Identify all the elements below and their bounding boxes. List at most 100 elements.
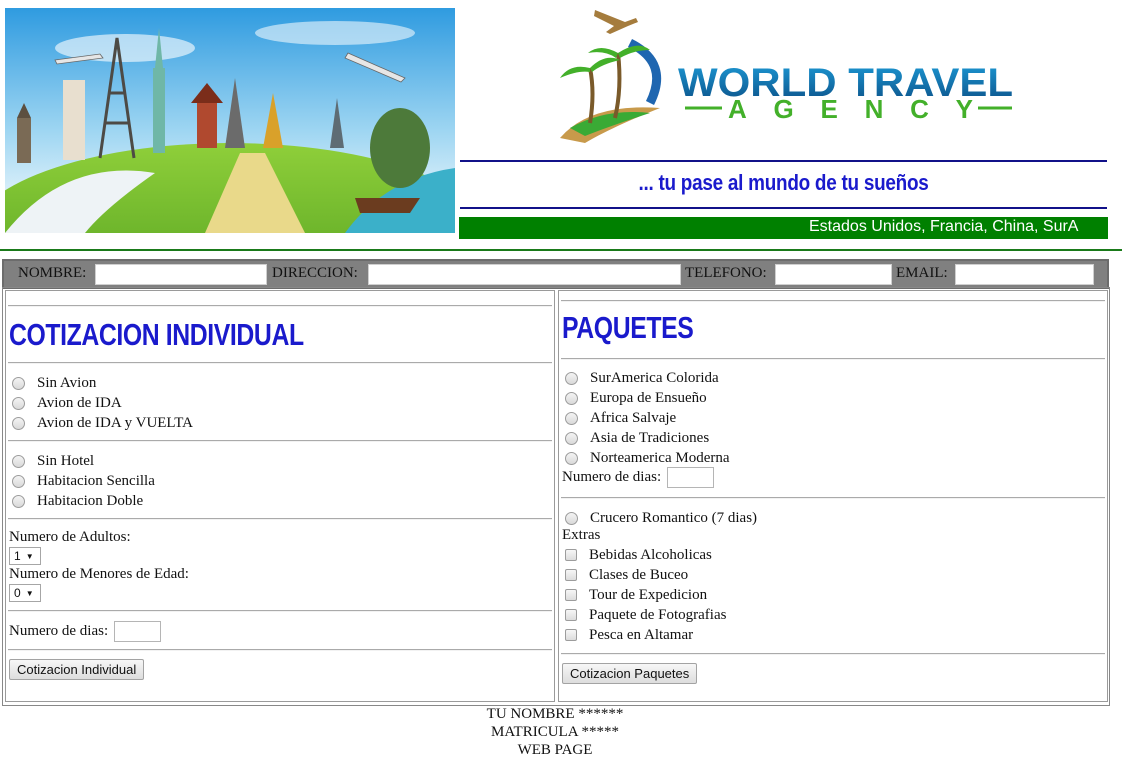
chevron-down-icon: ▼	[25, 551, 34, 561]
individual-days-label: Numero de dias:	[9, 622, 109, 639]
hotel-option-label: Habitacion Sencilla	[37, 472, 155, 489]
nombre-input[interactable]	[95, 264, 267, 285]
flight-option-ida[interactable]: Avion de IDA	[10, 393, 122, 413]
email-input[interactable]	[955, 264, 1094, 285]
adults-select[interactable]: 1 ▼	[9, 547, 41, 565]
hotel-option-doble[interactable]: Habitacion Doble	[10, 491, 143, 511]
extra-label: Bebidas Alcoholicas	[589, 546, 712, 563]
radio-button[interactable]	[565, 371, 578, 385]
hotel-option-label: Sin Hotel	[37, 452, 95, 469]
nombre-label: NOMBRE:	[18, 265, 87, 281]
individual-quote-panel: COTIZACION INDIVIDUAL Sin Avion Avion de…	[5, 290, 555, 702]
hotel-option-label: Habitacion Doble	[37, 492, 144, 509]
radio-button[interactable]	[565, 511, 578, 525]
cruise-option[interactable]: Crucero Romantico (7 dias)	[563, 508, 757, 528]
package-days-input[interactable]	[666, 467, 714, 488]
individual-title: COTIZACION INDIVIDUAL	[9, 317, 304, 352]
divider	[8, 440, 552, 442]
package-option-label: Norteamerica Moderna	[590, 449, 730, 466]
radio-button[interactable]	[12, 454, 25, 468]
flight-option-label: Sin Avion	[37, 374, 97, 391]
marquee-text: Estados Unidos, Francia, China, SurA	[809, 218, 1079, 235]
extras-label: Extras	[562, 527, 601, 543]
individual-days-input[interactable]	[113, 621, 161, 642]
extra-label: Clases de Buceo	[589, 566, 689, 583]
extra-label: Tour de Expedicion	[589, 586, 708, 603]
header-divider	[0, 249, 1122, 251]
extra-bebidas[interactable]: Bebidas Alcoholicas	[563, 545, 712, 565]
divider	[8, 362, 552, 364]
divider	[8, 518, 552, 520]
hero-travel-collage-image	[5, 8, 455, 233]
package-option-norteamerica[interactable]: Norteamerica Moderna	[563, 448, 730, 468]
radio-button[interactable]	[565, 411, 578, 425]
adults-select-value: 1	[14, 549, 21, 563]
package-option-label: SurAmerica Colorida	[590, 369, 719, 386]
extra-pesca[interactable]: Pesca en Altamar	[563, 625, 693, 645]
destinations-marquee: Estados Unidos, Francia, China, SurA	[459, 217, 1108, 239]
package-days-label: Numero de dias:	[562, 468, 662, 485]
divider	[561, 497, 1105, 499]
divider	[8, 305, 552, 307]
divider	[561, 653, 1105, 655]
flight-option-sin-avion[interactable]: Sin Avion	[10, 373, 96, 393]
flight-option-label: Avion de IDA	[37, 394, 122, 411]
radio-button[interactable]	[12, 376, 25, 390]
packages-title: PAQUETES	[562, 310, 694, 345]
checkbox[interactable]	[565, 609, 577, 621]
divider	[8, 649, 552, 651]
package-option-suramerica[interactable]: SurAmerica Colorida	[563, 368, 719, 388]
cotizacion-individual-button[interactable]: Cotizacion Individual	[9, 659, 145, 680]
package-option-africa[interactable]: Africa Salvaje	[563, 408, 676, 428]
hotel-option-sencilla[interactable]: Habitacion Sencilla	[10, 471, 155, 491]
package-days-row: Numero de dias:	[562, 467, 714, 488]
radio-button[interactable]	[12, 474, 25, 488]
radio-button[interactable]	[12, 494, 25, 508]
footer: TU NOMBRE ****** MATRICULA ***** WEB PAG…	[0, 705, 1110, 759]
extra-tour[interactable]: Tour de Expedicion	[563, 585, 707, 605]
packages-panel: PAQUETES SurAmerica Colorida Europa de E…	[558, 290, 1108, 702]
radio-button[interactable]	[565, 451, 578, 465]
divider	[8, 610, 552, 612]
telefono-input[interactable]	[775, 264, 892, 285]
divider	[561, 358, 1105, 360]
radio-button[interactable]	[12, 396, 25, 410]
footer-name: TU NOMBRE ******	[486, 706, 624, 722]
radio-button[interactable]	[565, 431, 578, 445]
quote-forms-table: COTIZACION INDIVIDUAL Sin Avion Avion de…	[2, 287, 1110, 706]
checkbox[interactable]	[565, 549, 577, 561]
slogan-top-rule	[460, 160, 1107, 162]
world-travel-agency-logo: WORLD TRAVEL AGENCY	[550, 8, 1030, 153]
divider	[561, 300, 1105, 302]
minors-label: Numero de Menores de Edad:	[9, 566, 189, 582]
extra-buceo[interactable]: Clases de Buceo	[563, 565, 688, 585]
individual-days-row: Numero de dias:	[9, 621, 161, 642]
package-option-label: Europa de Ensueño	[590, 389, 707, 406]
telefono-label: TELEFONO:	[685, 265, 767, 281]
email-label: EMAIL:	[896, 265, 948, 281]
package-option-label: Africa Salvaje	[590, 409, 677, 426]
slogan-text: ... tu pase al mundo de tu sueños	[638, 170, 929, 195]
extra-label: Pesca en Altamar	[589, 626, 694, 643]
radio-button[interactable]	[565, 391, 578, 405]
chevron-down-icon: ▼	[25, 588, 34, 598]
footer-webpage: WEB PAGE	[517, 742, 593, 758]
package-option-europa[interactable]: Europa de Ensueño	[563, 388, 707, 408]
checkbox[interactable]	[565, 629, 577, 641]
slogan-bottom-rule	[460, 207, 1107, 209]
package-option-asia[interactable]: Asia de Tradiciones	[563, 428, 709, 448]
checkbox[interactable]	[565, 589, 577, 601]
hotel-option-sin-hotel[interactable]: Sin Hotel	[10, 451, 94, 471]
contact-bar: NOMBRE: DIRECCION: TELEFONO: EMAIL:	[2, 259, 1109, 289]
minors-select[interactable]: 0 ▼	[9, 584, 41, 602]
flight-option-label: Avion de IDA y VUELTA	[37, 414, 194, 431]
direccion-label: DIRECCION:	[272, 265, 358, 281]
direccion-input[interactable]	[368, 264, 681, 285]
extra-fotografias[interactable]: Paquete de Fotografias	[563, 605, 726, 625]
radio-button[interactable]	[12, 416, 25, 430]
checkbox[interactable]	[565, 569, 577, 581]
minors-select-value: 0	[14, 586, 21, 600]
footer-matricula: MATRICULA *****	[491, 724, 619, 740]
cotizacion-paquetes-button[interactable]: Cotizacion Paquetes	[562, 663, 698, 684]
flight-option-ida-vuelta[interactable]: Avion de IDA y VUELTA	[10, 413, 193, 433]
